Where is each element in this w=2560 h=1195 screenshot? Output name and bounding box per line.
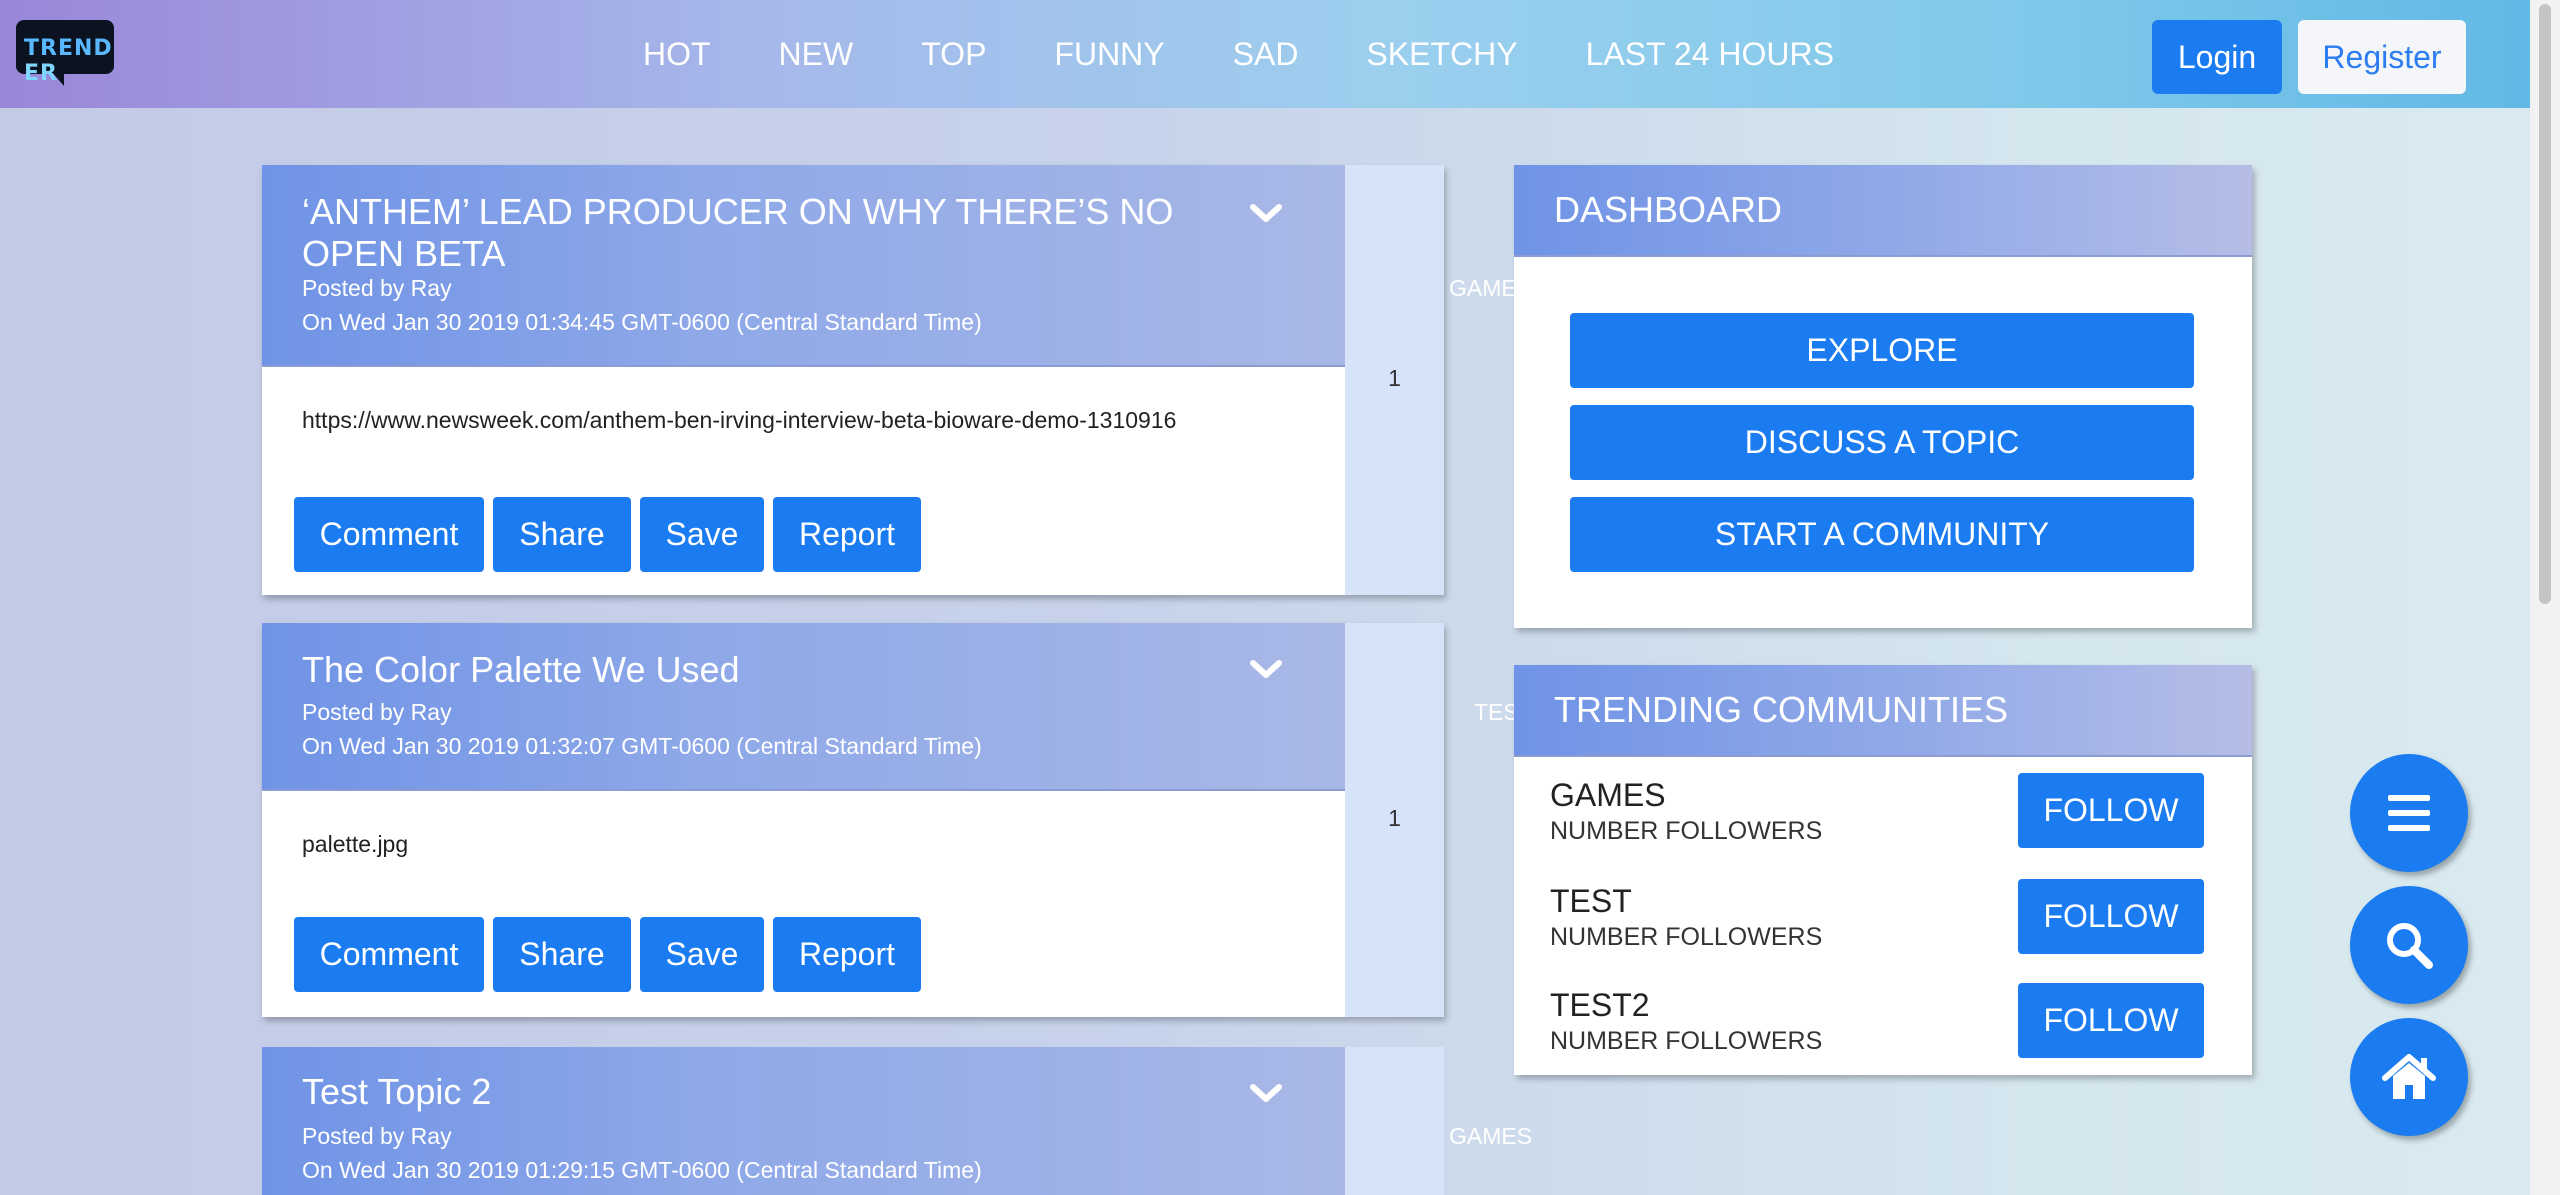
- community-followers: NUMBER FOLLOWERS: [1550, 923, 1823, 951]
- nav-funny[interactable]: FUNNY: [1054, 36, 1164, 73]
- follow-button[interactable]: FOLLOW: [2018, 879, 2204, 954]
- menu-icon: [2388, 795, 2430, 831]
- trending-header: TRENDING COMMUNITIES: [1514, 665, 2252, 757]
- top-navbar: TREND ER HOT NEW TOP FUNNY SAD SKETCHY L…: [0, 0, 2530, 108]
- post-card: ‘ANTHEM’ LEAD PRODUCER ON WHY THERE’S NO…: [262, 165, 1532, 595]
- nav-sketchy[interactable]: SKETCHY: [1366, 36, 1517, 73]
- page-scrollbar[interactable]: [2530, 0, 2560, 1195]
- post-header: Test Topic 2 Posted by Ray On Wed Jan 30…: [262, 1047, 1532, 1195]
- search-icon: [2387, 923, 2433, 969]
- post-actions: Comment Share Save Report: [294, 497, 930, 572]
- login-button[interactable]: Login: [2152, 20, 2282, 94]
- dashboard-header: DASHBOARD: [1514, 165, 2252, 257]
- home-icon: [2382, 1054, 2436, 1099]
- vote-column: [1345, 1047, 1444, 1195]
- post-author: Posted by Ray: [302, 1123, 452, 1149]
- post-header: ‘ANTHEM’ LEAD PRODUCER ON WHY THERE’S NO…: [262, 165, 1532, 367]
- vote-count: 1: [1388, 365, 1401, 391]
- search-fab-button[interactable]: [2350, 886, 2468, 1004]
- register-button[interactable]: Register: [2298, 20, 2466, 94]
- community-followers: NUMBER FOLLOWERS: [1550, 817, 1823, 845]
- nav-sad[interactable]: SAD: [1233, 36, 1299, 73]
- trending-title: TRENDING COMMUNITIES: [1554, 689, 2008, 730]
- community-name[interactable]: TEST: [1550, 883, 1632, 920]
- vote-column: 1: [1345, 165, 1444, 595]
- post-body: palette.jpg Comment Share Save Report: [262, 791, 1345, 1017]
- post-main: Test Topic 2 Posted by Ray On Wed Jan 30…: [262, 1047, 1532, 1195]
- post-author: Posted by Ray: [302, 275, 452, 301]
- nav-last-24-hours[interactable]: LAST 24 HOURS: [1586, 36, 1834, 73]
- post-author: Posted by Ray: [302, 699, 452, 725]
- nav-hot[interactable]: HOT: [643, 36, 711, 73]
- menu-fab-button[interactable]: [2350, 754, 2468, 872]
- post-main: The Color Palette We Used Posted by Ray …: [262, 623, 1533, 1017]
- vote-count: 1: [1388, 805, 1401, 831]
- dashboard-title: DASHBOARD: [1554, 189, 1783, 230]
- discuss-topic-button[interactable]: DISCUSS A TOPIC: [1570, 405, 2194, 480]
- report-button[interactable]: Report: [773, 497, 921, 572]
- post-title[interactable]: Test Topic 2: [302, 1071, 1182, 1113]
- post-card: Test Topic 2 Posted by Ray On Wed Jan 30…: [262, 1047, 1532, 1195]
- start-community-button[interactable]: START A COMMUNITY: [1570, 497, 2194, 572]
- chevron-down-icon[interactable]: [1249, 659, 1283, 681]
- post-actions: Comment Share Save Report: [294, 917, 930, 992]
- follow-button[interactable]: FOLLOW: [2018, 983, 2204, 1058]
- community-name[interactable]: GAMES: [1550, 777, 1666, 814]
- share-button[interactable]: Share: [493, 917, 631, 992]
- post-title[interactable]: ‘ANTHEM’ LEAD PRODUCER ON WHY THERE’S NO…: [302, 191, 1182, 275]
- post-title[interactable]: The Color Palette We Used: [302, 649, 1182, 691]
- nav-new[interactable]: NEW: [779, 36, 854, 73]
- follow-button[interactable]: FOLLOW: [2018, 773, 2204, 848]
- share-button[interactable]: Share: [493, 497, 631, 572]
- trending-communities-panel: TRENDING COMMUNITIES GAMES NUMBER FOLLOW…: [1514, 665, 2252, 1075]
- trender-logo[interactable]: TREND ER: [16, 20, 114, 86]
- chevron-down-icon[interactable]: [1249, 203, 1283, 225]
- post-community[interactable]: GAMES: [1449, 1123, 1532, 1150]
- dashboard-panel: DASHBOARD EXPLORE DISCUSS A TOPIC START …: [1514, 165, 2252, 628]
- post-header: The Color Palette We Used Posted by Ray …: [262, 623, 1533, 791]
- post-body: https://www.newsweek.com/anthem-ben-irvi…: [262, 367, 1345, 595]
- vote-column: 1: [1345, 623, 1444, 1017]
- post-date: On Wed Jan 30 2019 01:29:15 GMT-0600 (Ce…: [302, 1157, 982, 1183]
- nav-top[interactable]: TOP: [921, 36, 986, 73]
- community-name[interactable]: TEST2: [1550, 987, 1650, 1024]
- post-content[interactable]: palette.jpg: [302, 831, 408, 858]
- post-date: On Wed Jan 30 2019 01:34:45 GMT-0600 (Ce…: [302, 309, 982, 335]
- chevron-down-icon[interactable]: [1249, 1083, 1283, 1105]
- save-button[interactable]: Save: [640, 917, 764, 992]
- scrollbar-thumb[interactable]: [2539, 4, 2551, 604]
- home-fab-button[interactable]: [2350, 1018, 2468, 1136]
- community-followers: NUMBER FOLLOWERS: [1550, 1027, 1823, 1055]
- comment-button[interactable]: Comment: [294, 497, 484, 572]
- nav-links: HOT NEW TOP FUNNY SAD SKETCHY LAST 24 HO…: [643, 0, 1902, 108]
- post-date: On Wed Jan 30 2019 01:32:07 GMT-0600 (Ce…: [302, 733, 982, 759]
- comment-button[interactable]: Comment: [294, 917, 484, 992]
- explore-button[interactable]: EXPLORE: [1570, 313, 2194, 388]
- post-card: The Color Palette We Used Posted by Ray …: [262, 623, 1533, 1017]
- logo-text: TREND ER: [24, 36, 113, 86]
- report-button[interactable]: Report: [773, 917, 921, 992]
- save-button[interactable]: Save: [640, 497, 764, 572]
- post-content[interactable]: https://www.newsweek.com/anthem-ben-irvi…: [302, 407, 1176, 434]
- post-main: ‘ANTHEM’ LEAD PRODUCER ON WHY THERE’S NO…: [262, 165, 1532, 595]
